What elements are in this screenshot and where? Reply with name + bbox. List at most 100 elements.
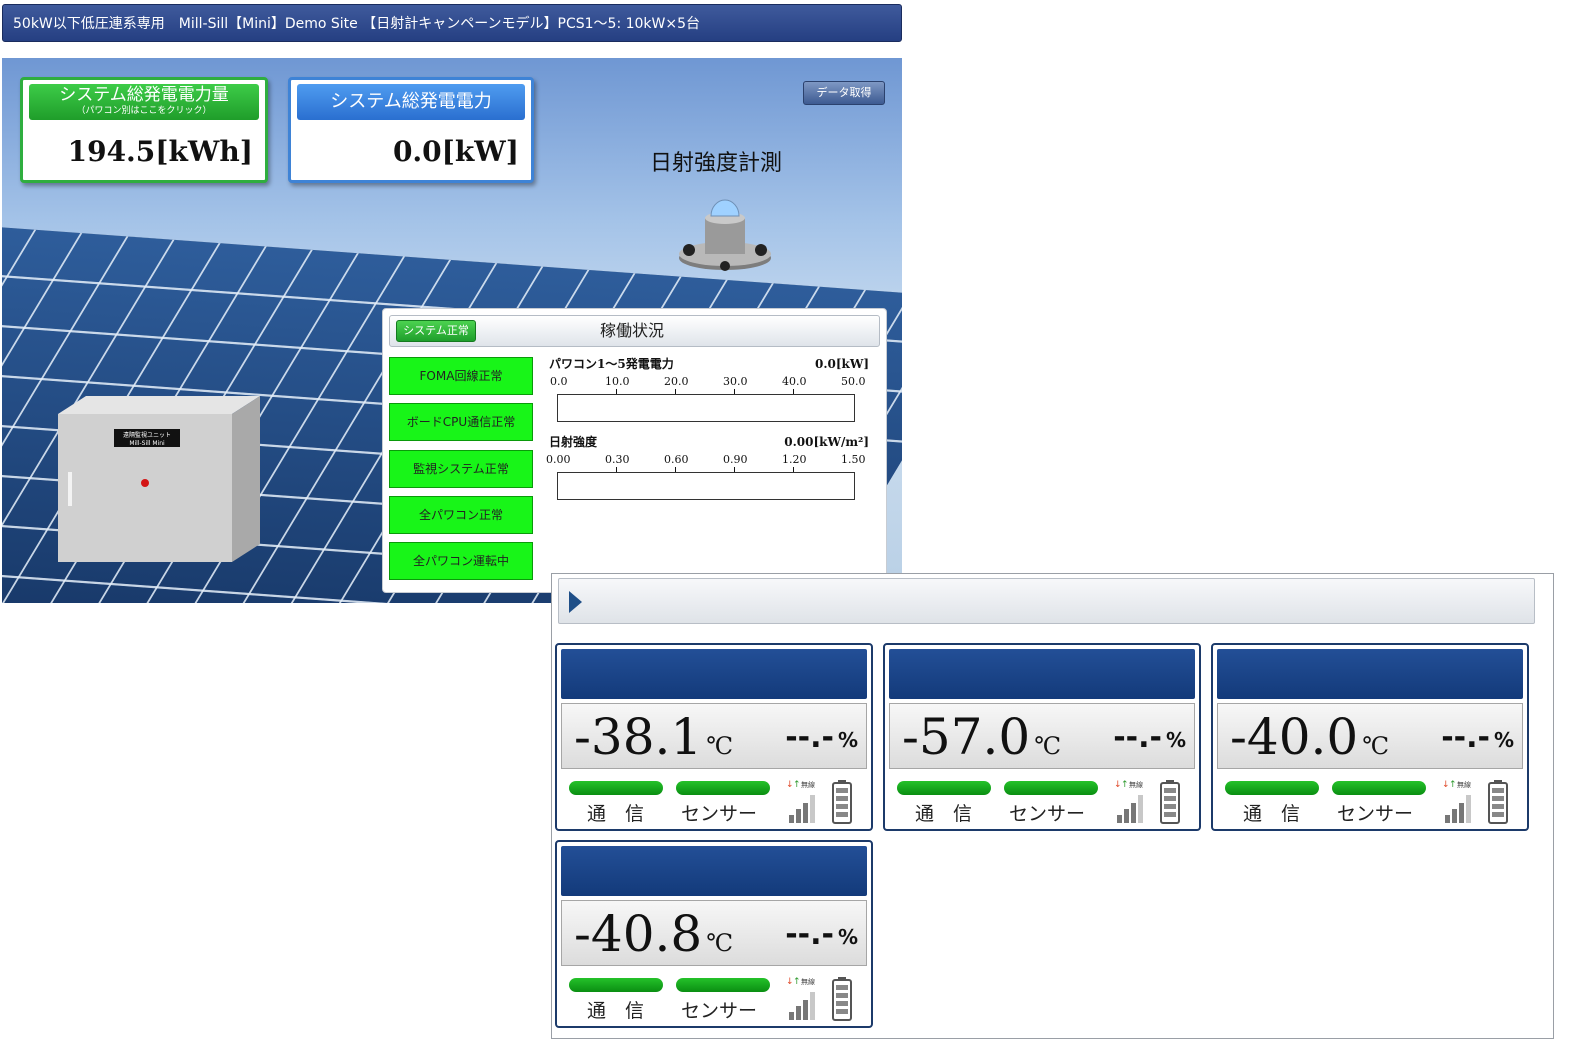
unit-label-2: Mill-Sill Mini: [129, 440, 165, 447]
status-header: システム正常 稼働状況: [389, 315, 880, 347]
total-energy-label: システム総発電電力量: [59, 85, 229, 105]
sensor-card: -40.8 ℃ --.-% 通 信 センサー ↓ ↑ 無線: [555, 840, 873, 1028]
total-power-value: 0.0[kW]: [392, 135, 519, 168]
sensor-card: -38.1 ℃ --.-% 通 信 センサー ↓ ↑ 無線: [555, 643, 873, 831]
comm-label: 通 信: [915, 803, 973, 825]
comm-status-pill: [569, 978, 663, 992]
comm-status-pill: [569, 781, 663, 795]
board-cpu-status: ボードCPU通信正常: [389, 403, 533, 441]
svg-text:↑: ↑: [1121, 780, 1129, 790]
site-header: 50kW以下低圧連系専用 Mill-Sill【Mini】Demo Site 【日…: [2, 4, 902, 42]
temperature-unit: ℃: [1362, 732, 1390, 760]
sensor-label: センサー: [1009, 803, 1086, 825]
power-tick: 0.0: [550, 375, 568, 388]
unit-label-1: 遠隔監視ユニット: [123, 431, 171, 439]
humidity-value: --.-%: [785, 917, 858, 952]
total-energy-card[interactable]: システム総発電電力量 （パワコン別はここをクリック） 194.5[kWh]: [20, 77, 268, 183]
power-tick: 20.0: [664, 375, 689, 388]
monitor-system-status: 監視システム正常: [389, 450, 533, 488]
monitoring-unit-icon: 遠隔監視ユニット Mill-Sill Mini: [58, 396, 260, 562]
temperature-value: -57.0 ℃: [902, 708, 1062, 766]
temperature-unit: ℃: [1034, 732, 1062, 760]
total-energy-caption[interactable]: システム総発電電力量 （パワコン別はここをクリック）: [29, 84, 259, 120]
system-ok-badge: システム正常: [396, 320, 476, 342]
operation-status-panel: システム正常 稼働状況 FOMA回線正常 ボードCPU通信正常 監視システム正常…: [382, 308, 887, 593]
sensor-label: センサー: [1337, 803, 1414, 825]
irradiance-value: 0.00[kW/m²]: [784, 435, 869, 449]
sensor-card: -57.0 ℃ --.-% 通 信 センサー ↓ ↑ 無線: [883, 643, 1201, 831]
sensor-card-header: [561, 649, 867, 699]
per-inverter-hint: （パワコン別はここをクリック）: [76, 106, 212, 116]
temperature-unit: ℃: [706, 929, 734, 957]
signal-battery-icon: ↓ ↑ 無線: [1114, 780, 1180, 824]
inverter-power-label: パワコン1～5発電電力: [549, 357, 674, 371]
irradiance-tick: 0.90: [723, 453, 748, 466]
humidity-value: --.-%: [1113, 720, 1186, 755]
sensor-reading: -38.1 ℃ --.-%: [561, 703, 867, 769]
sensor-reading: -40.8 ℃ --.-%: [561, 900, 867, 966]
wireless-label: 無線: [1129, 780, 1143, 789]
power-tick: 40.0: [782, 375, 807, 388]
comm-label: 通 信: [587, 1000, 645, 1022]
expand-triangle-icon[interactable]: [569, 591, 582, 613]
sensor-status-pill: [676, 978, 770, 992]
sensor-panel-header[interactable]: [558, 578, 1535, 624]
site-title: 50kW以下低圧連系専用 Mill-Sill【Mini】Demo Site 【日…: [13, 16, 701, 32]
comm-label: 通 信: [587, 803, 645, 825]
sensor-card-header: [561, 846, 867, 896]
wireless-label: 無線: [801, 977, 815, 986]
irradiance-tick: 1.20: [782, 453, 807, 466]
wireless-label: 無線: [801, 780, 815, 789]
comm-label: 通 信: [1243, 803, 1301, 825]
signal-battery-icon: ↓ ↑ 無線: [786, 977, 852, 1021]
irradiance-tick: 1.50: [841, 453, 866, 466]
inverter-power-bar: [557, 394, 855, 422]
temperature-value: -40.8 ℃: [574, 905, 734, 963]
all-inverters-running-status: 全パワコン運転中: [389, 542, 533, 580]
foma-line-status: FOMA回線正常: [389, 357, 533, 395]
irradiance-title: 日射強度計測: [650, 151, 783, 176]
pyranometer-icon: [679, 199, 771, 271]
irradiance-tick: 0.60: [664, 453, 689, 466]
signal-battery-icon: ↓ ↑ 無線: [786, 780, 852, 824]
comm-status-pill: [897, 781, 991, 795]
power-tick: 30.0: [723, 375, 748, 388]
total-energy-value: 194.5[kWh]: [67, 135, 253, 168]
humidity-unit: %: [837, 728, 858, 752]
humidity-unit: %: [1165, 728, 1186, 752]
sensor-card: -40.0 ℃ --.-% 通 信 センサー ↓ ↑ 無線: [1211, 643, 1529, 831]
sensor-status-pill: [1332, 781, 1426, 795]
sensor-label: センサー: [681, 1000, 758, 1022]
sensor-card-header: [1217, 649, 1523, 699]
all-inverters-ok-status: 全パワコン正常: [389, 496, 533, 534]
total-power-card: システム総発電電力 0.0[kW]: [288, 77, 534, 183]
temperature-unit: ℃: [706, 732, 734, 760]
data-fetch-button[interactable]: データ取得: [803, 81, 885, 105]
irradiance-tick: 0.30: [605, 453, 630, 466]
svg-text:↑: ↑: [793, 780, 801, 790]
irradiance-bar: [557, 472, 855, 500]
svg-text:↑: ↑: [1449, 780, 1457, 790]
humidity-unit: %: [1493, 728, 1514, 752]
temperature-value: -38.1 ℃: [574, 708, 734, 766]
wireless-label: 無線: [1457, 780, 1471, 789]
power-tick: 10.0: [605, 375, 630, 388]
sensor-status-pill: [1004, 781, 1098, 795]
inverter-power-value: 0.0[kW]: [814, 357, 869, 371]
temperature-value: -40.0 ℃: [1230, 708, 1390, 766]
irradiance-label: 日射強度: [549, 435, 598, 449]
power-tick: 50.0: [841, 375, 866, 388]
sensor-status-pill: [676, 781, 770, 795]
svg-text:↑: ↑: [793, 977, 801, 987]
humidity-value: --.-%: [785, 720, 858, 755]
humidity-unit: %: [837, 925, 858, 949]
irradiance-tick: 0.00: [546, 453, 571, 466]
humidity-value: --.-%: [1441, 720, 1514, 755]
status-title: 稼働状況: [600, 321, 665, 340]
sensor-label: センサー: [681, 803, 758, 825]
sensor-reading: -40.0 ℃ --.-%: [1217, 703, 1523, 769]
signal-battery-icon: ↓ ↑ 無線: [1442, 780, 1508, 824]
sensor-reading: -57.0 ℃ --.-%: [889, 703, 1195, 769]
total-power-label: システム総発電電力: [297, 84, 525, 120]
comm-status-pill: [1225, 781, 1319, 795]
